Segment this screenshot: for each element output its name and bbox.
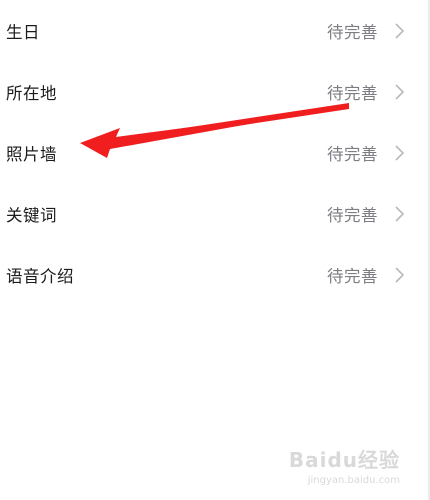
row-value-photo-wall: 待完善 — [327, 145, 378, 164]
row-value-birthday: 待完善 — [327, 23, 378, 42]
chevron-right-icon — [395, 23, 405, 39]
baidu-jingyan-watermark: Baidu经验 jingyan.baidu.com — [289, 444, 400, 486]
chevron-right-icon — [395, 84, 405, 100]
settings-row-keywords[interactable]: 关键词 待完善 — [0, 194, 428, 234]
settings-row-location[interactable]: 所在地 待完善 — [0, 72, 428, 112]
chevron-right-icon — [395, 145, 405, 161]
row-value-keywords: 待完善 — [327, 206, 378, 225]
row-label-photo-wall: 照片墙 — [6, 145, 57, 164]
row-value-voice-intro: 待完善 — [327, 267, 378, 286]
chevron-right-icon — [395, 267, 405, 283]
row-value-location: 待完善 — [327, 84, 378, 103]
settings-row-voice-intro[interactable]: 语音介绍 待完善 — [0, 255, 428, 295]
settings-row-birthday[interactable]: 生日 待完善 — [0, 11, 428, 51]
row-label-keywords: 关键词 — [6, 206, 57, 225]
watermark-url: jingyan.baidu.com — [307, 475, 400, 486]
row-label-birthday: 生日 — [6, 23, 40, 42]
watermark-brand: Baidu经验 — [288, 448, 400, 472]
row-label-location: 所在地 — [6, 84, 57, 103]
row-label-voice-intro: 语音介绍 — [6, 267, 74, 286]
settings-row-photo-wall[interactable]: 照片墙 待完善 — [0, 133, 428, 173]
chevron-right-icon — [395, 206, 405, 222]
